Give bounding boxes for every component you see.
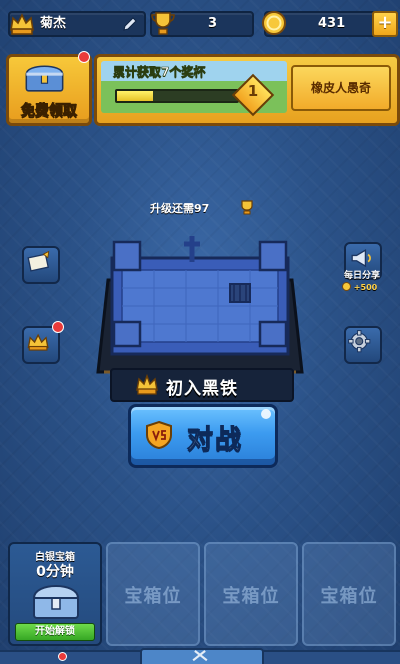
free-chest-button[interactable]: 免费领取 bbox=[6, 54, 92, 126]
trophy-road-title: 累计获取7个奖杯 bbox=[113, 65, 206, 80]
top-bar: 菊杰 3 431 + bbox=[0, 0, 400, 48]
trophy-road-reward-button[interactable]: 橡皮人愚奇 bbox=[291, 65, 391, 111]
arena-crown-icon bbox=[136, 373, 158, 395]
chest-slot-4: 宝箱位 bbox=[302, 542, 396, 646]
letter-icon bbox=[27, 250, 50, 272]
gold-coin-icon bbox=[342, 282, 351, 291]
daily-share-reward-amount: +500 bbox=[353, 283, 378, 292]
daily-share-reward: +500 bbox=[342, 282, 377, 292]
ranking-notification-dot bbox=[52, 321, 64, 333]
silver-chest-icon bbox=[33, 585, 79, 619]
gold-counter: 431 + bbox=[262, 11, 398, 37]
upgrade-label: 升级还需97 bbox=[150, 202, 210, 215]
chest-slot-1[interactable]: 白银宝箱 0分钟 开始解锁 bbox=[8, 542, 102, 646]
empty-slot-label: 宝箱位 bbox=[222, 586, 280, 607]
vs-shield-icon bbox=[146, 420, 172, 450]
trophy-road-progress-fill bbox=[117, 91, 153, 101]
gear-icon bbox=[348, 330, 371, 353]
mail-button[interactable] bbox=[22, 246, 60, 284]
megaphone-icon bbox=[351, 249, 371, 268]
arena-name: 初入黑铁 bbox=[166, 379, 238, 399]
empty-slot-label: 宝箱位 bbox=[320, 586, 378, 607]
player-name: 菊杰 bbox=[40, 16, 67, 31]
edit-name-icon[interactable] bbox=[122, 16, 138, 32]
trophy-road-banner[interactable]: 累计获取7个奖杯 1 橡皮人愚奇 bbox=[94, 54, 400, 126]
bottom-nav-notification-dot bbox=[58, 652, 67, 661]
gold-coin-icon bbox=[262, 11, 286, 35]
trophy-road-level: 1 bbox=[247, 82, 259, 100]
free-chest-label: 免费领取 bbox=[21, 103, 78, 120]
chest-slot-3: 宝箱位 bbox=[204, 542, 298, 646]
trophy-count: 3 bbox=[208, 16, 218, 31]
trophy-icon bbox=[241, 200, 253, 215]
trophy-road-progress-bar bbox=[115, 89, 239, 103]
battle-label: 对战 bbox=[186, 425, 244, 456]
crown-icon bbox=[27, 333, 49, 351]
battle-button[interactable]: 对战 bbox=[128, 404, 278, 468]
trophy-counter: 3 bbox=[150, 11, 254, 37]
player-name-bar[interactable]: 菊杰 bbox=[8, 11, 146, 37]
arena-name-plate: 初入黑铁 bbox=[110, 368, 294, 402]
rank-crown-icon bbox=[10, 13, 34, 35]
daily-share-label: 每日分享 bbox=[343, 271, 380, 281]
gold-amount: 431 bbox=[318, 16, 346, 31]
battle-sparkle bbox=[261, 409, 271, 419]
crossed-swords-icon bbox=[192, 650, 208, 662]
free-chest-notification-dot bbox=[78, 51, 90, 63]
arena-upgrade-requirement: 升级还需97 bbox=[150, 200, 260, 216]
start-unlock-button[interactable]: 开始解锁 bbox=[15, 623, 95, 641]
add-gold-button[interactable]: + bbox=[372, 11, 398, 37]
trophy-icon bbox=[151, 12, 175, 35]
chest-slot-2: 宝箱位 bbox=[106, 542, 200, 646]
settings-button[interactable] bbox=[344, 326, 382, 364]
empty-slot-label: 宝箱位 bbox=[124, 586, 182, 607]
